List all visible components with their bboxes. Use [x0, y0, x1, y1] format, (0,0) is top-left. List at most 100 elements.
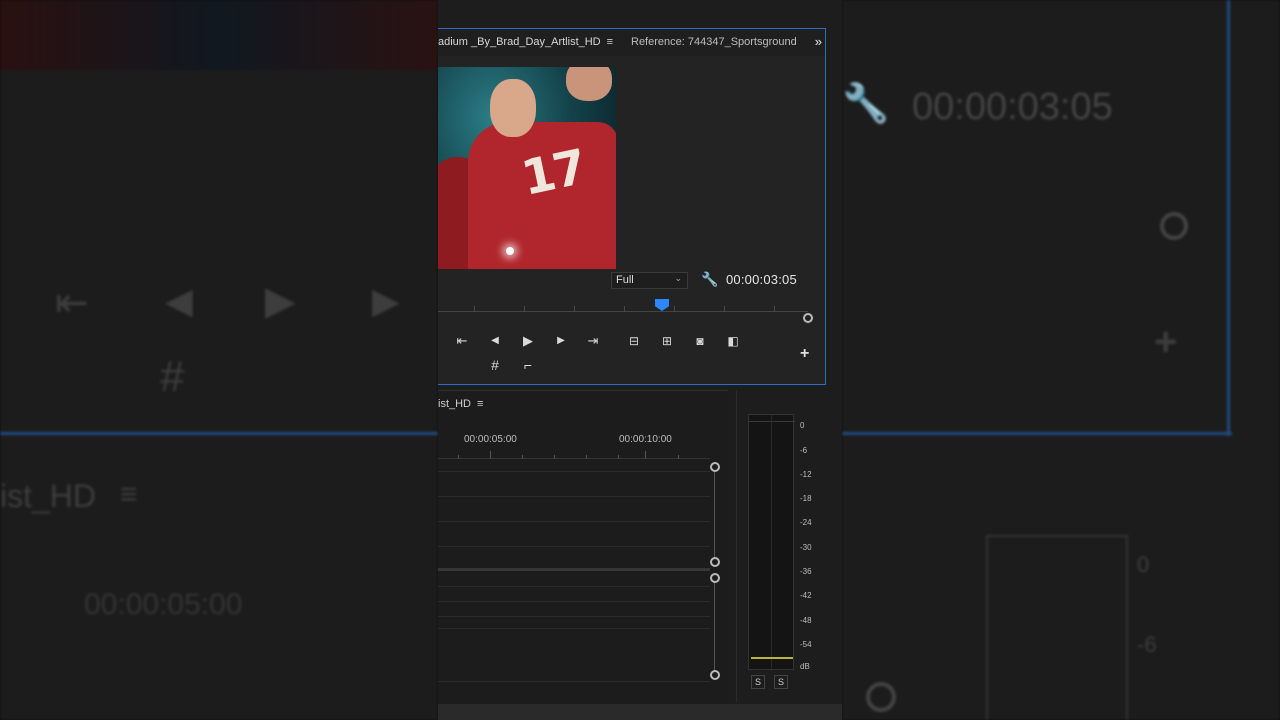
- playhead-marker[interactable]: [655, 299, 669, 311]
- video-track[interactable]: [438, 521, 710, 522]
- background-wrench-icon: 🔧: [842, 83, 890, 125]
- timeline-ruler-tick: [490, 451, 491, 459]
- video-scroll-knob-bottom[interactable]: [710, 557, 720, 567]
- monitor-tab-bar: adium _By_Brad_Day_Artlist_HD ≡ Reference…: [438, 29, 825, 56]
- step-back-button[interactable]: ◀: [485, 334, 505, 348]
- video-face: [490, 79, 536, 137]
- solo-left-button[interactable]: S: [751, 675, 765, 689]
- timeline-sequence-tab[interactable]: ist_HD ≡: [438, 398, 483, 410]
- meter-scale-label: -42: [800, 591, 812, 600]
- video-stadium-light: [506, 247, 514, 255]
- lift-button-icon[interactable]: ⊟: [624, 334, 644, 348]
- video-face-2: [566, 67, 612, 101]
- meter-scale-label: -12: [800, 470, 812, 479]
- meter-scale-label: dB: [800, 662, 810, 671]
- zoom-scroll-knob[interactable]: [803, 313, 813, 323]
- background-add-icon: +: [1154, 320, 1178, 364]
- export-frame-camera-icon[interactable]: ◙: [690, 334, 710, 348]
- video-scrollbar[interactable]: [714, 471, 715, 561]
- ruler-tick: [474, 306, 475, 311]
- ruler-tick: [724, 306, 725, 311]
- track-divider[interactable]: [438, 568, 710, 571]
- tab-program-sequence[interactable]: adium _By_Brad_Day_Artlist_HD ≡: [438, 36, 613, 48]
- background-step-back-icon: ◀: [165, 280, 193, 321]
- audio-scrollbar[interactable]: [714, 581, 715, 676]
- background-meter: [986, 535, 1128, 720]
- background-scale-6: -6: [1137, 632, 1157, 657]
- button-editor-add-button[interactable]: +: [800, 345, 809, 363]
- tab-reference[interactable]: Reference: 744347_Sportsground: [631, 36, 797, 48]
- background-timecode: 00:00:05:00: [84, 588, 243, 621]
- video-track[interactable]: [438, 471, 710, 472]
- timeline-time-label: 00:00:10:00: [619, 434, 672, 445]
- zoom-level-select[interactable]: Full ⌄: [611, 272, 688, 289]
- meter-scale-label: -18: [800, 494, 812, 503]
- background-marker-icon: #: [160, 352, 185, 401]
- audio-scroll-knob-top[interactable]: [710, 573, 720, 583]
- tab-program-label: adium _By_Brad_Day_Artlist_HD: [438, 36, 601, 48]
- background-timecode-right: 00:00:03:05: [912, 86, 1113, 128]
- meter-scale-label: -54: [800, 640, 812, 649]
- add-marker-button[interactable]: #: [485, 358, 505, 372]
- playhead-timecode[interactable]: 00:00:03:05: [726, 272, 797, 287]
- audio-meter: [748, 414, 795, 671]
- extract-button-icon[interactable]: ⊞: [657, 334, 677, 348]
- meter-scale-label: -48: [800, 616, 812, 625]
- meter-scale-label: -30: [800, 543, 812, 552]
- background-end-knob: [1160, 212, 1188, 240]
- timeline-ruler[interactable]: [438, 449, 710, 459]
- timeline-ruler-tick: [554, 455, 555, 459]
- meter-scale-label: -24: [800, 518, 812, 527]
- timeline-panel: ist_HD ≡ 00:00:05:00 00:00:10:00: [438, 390, 728, 720]
- audio-scroll-knob-bottom[interactable]: [710, 670, 720, 680]
- timeline-ruler-tick: [458, 455, 459, 459]
- step-forward-button[interactable]: ▶: [551, 334, 571, 348]
- timeline-menu-icon[interactable]: ≡: [477, 398, 483, 410]
- background-video-strip: [0, 0, 438, 70]
- audio-track[interactable]: [438, 628, 710, 629]
- background-sequence-title: ist_HD: [0, 478, 97, 514]
- timeline-ruler-tick: [678, 455, 679, 459]
- meter-level-floor: [751, 657, 793, 659]
- go-to-in-button[interactable]: ⇤: [452, 334, 472, 348]
- premiere-app: adium _By_Brad_Day_Artlist_HD ≡ Reference…: [438, 0, 842, 720]
- play-button[interactable]: ▶: [518, 334, 538, 348]
- background-step-forward-icon: ▶: [372, 280, 400, 321]
- video-track[interactable]: [438, 496, 710, 497]
- ruler-line: [438, 311, 808, 312]
- video-scroll-knob-top[interactable]: [710, 462, 720, 472]
- timeline-ruler-tick: [645, 451, 646, 459]
- video-track[interactable]: [438, 546, 710, 547]
- meter-scale-label: -36: [800, 567, 812, 576]
- ruler-tick: [574, 306, 575, 311]
- more-tabs-icon[interactable]: »: [815, 34, 822, 49]
- ruler-tick: [674, 306, 675, 311]
- monitor-time-ruler[interactable]: [438, 297, 813, 315]
- background-panel-edge-right: [1227, 0, 1230, 436]
- meter-scale-label: -6: [800, 446, 808, 455]
- ruler-tick: [774, 306, 775, 311]
- background-left: ⇤ ◀ ▶ ▶ # ist_HD ≡ 00:00:05:00: [0, 0, 438, 720]
- meter-peak-line: [749, 421, 795, 422]
- solo-right-button[interactable]: S: [774, 675, 788, 689]
- settings-wrench-icon[interactable]: 🔧: [701, 271, 718, 288]
- timeline-sequence-title: ist_HD: [438, 398, 472, 410]
- comparison-view-icon[interactable]: ◧: [723, 334, 743, 348]
- panel-menu-icon[interactable]: ≡: [607, 36, 613, 48]
- timeline-ruler-tick: [618, 455, 619, 459]
- screen: ⇤ ◀ ▶ ▶ # ist_HD ≡ 00:00:05:00 🔧 00:00:0…: [0, 0, 1280, 720]
- bottom-status-bar: [438, 704, 842, 720]
- background-menu-icon: ≡: [120, 478, 138, 511]
- safe-margins-button[interactable]: ⌐: [518, 358, 538, 372]
- audio-track[interactable]: [438, 616, 710, 617]
- audio-track[interactable]: [438, 681, 710, 682]
- audio-track[interactable]: [438, 586, 710, 587]
- background-panel-border: [0, 432, 438, 435]
- background-go-to-in-icon: ⇤: [55, 281, 89, 325]
- audio-track[interactable]: [438, 601, 710, 602]
- ruler-tick: [524, 306, 525, 311]
- timeline-ruler-tick: [522, 455, 523, 459]
- meter-channel-divider: [771, 415, 772, 671]
- zoom-level-value: Full: [616, 274, 634, 286]
- go-to-out-button[interactable]: ⇥: [583, 334, 603, 348]
